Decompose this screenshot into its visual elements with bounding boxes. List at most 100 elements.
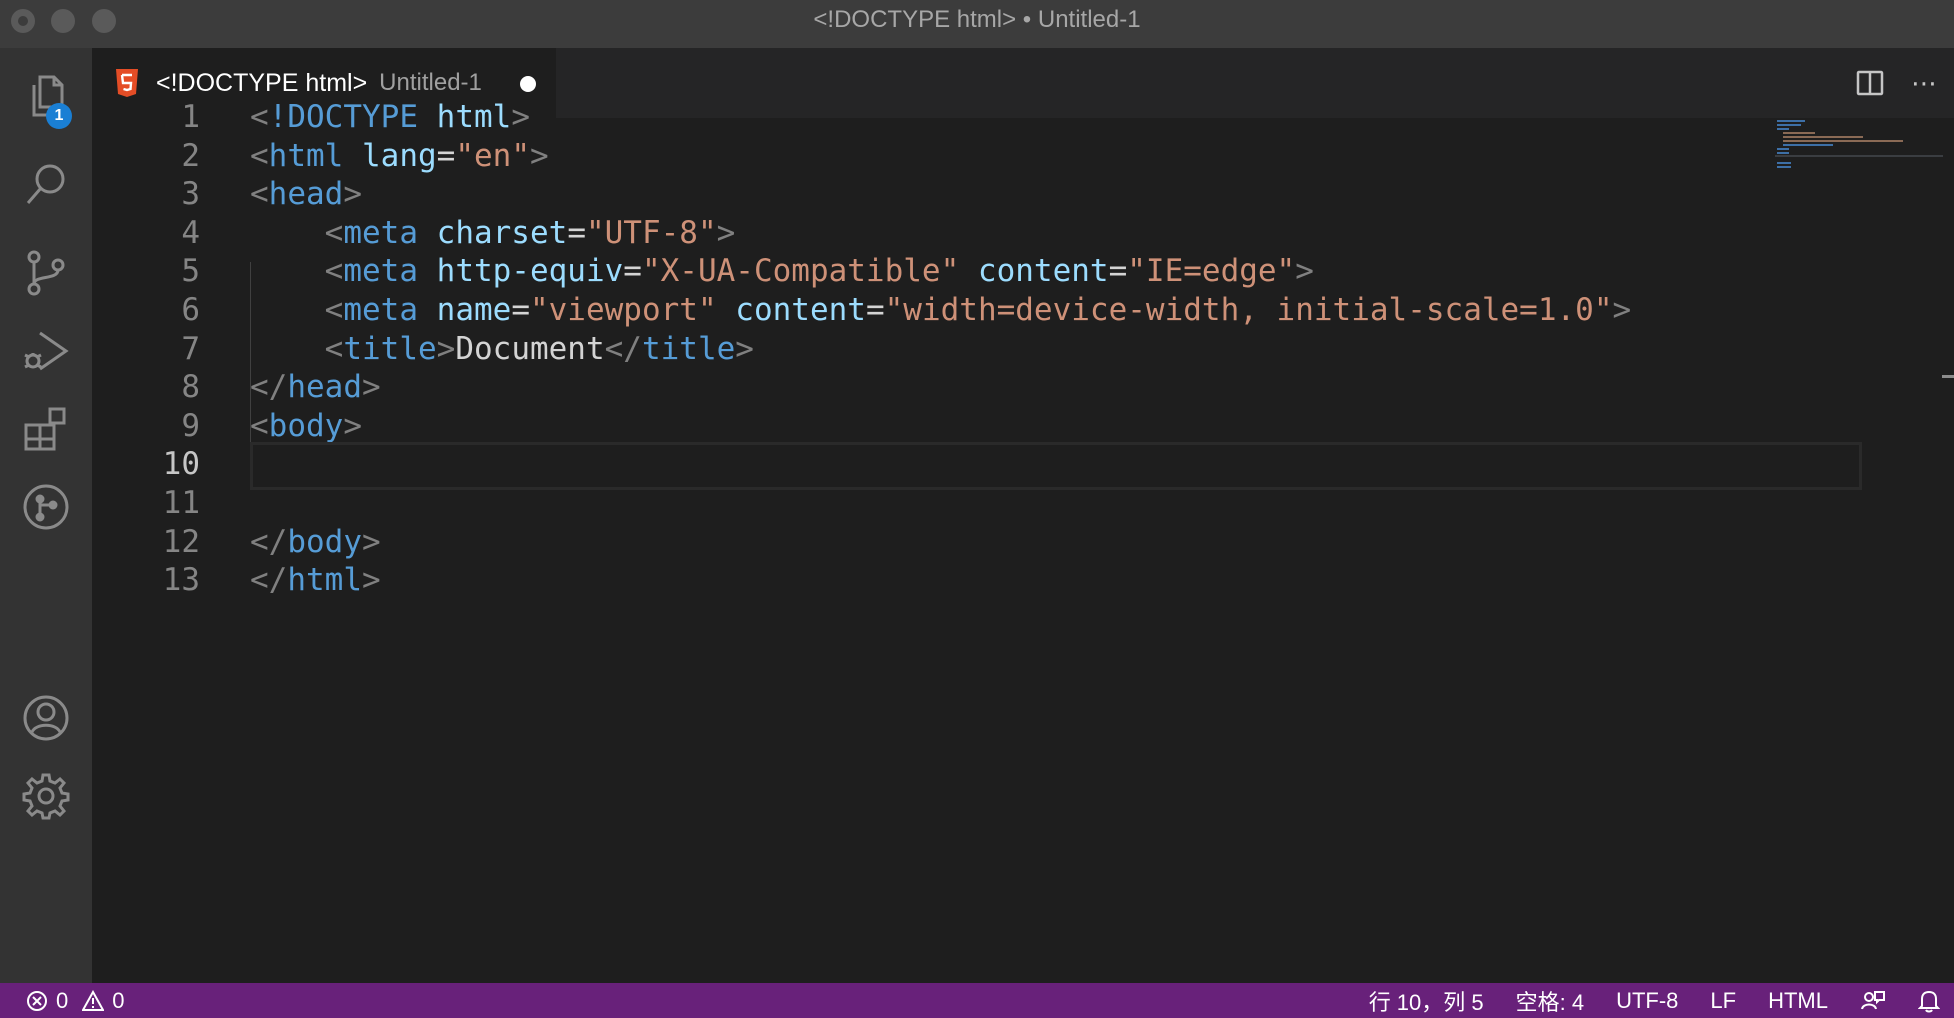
code-token: title [641, 330, 736, 367]
search-button[interactable] [0, 141, 92, 229]
code-token: < [324, 330, 344, 367]
code-token: < [324, 214, 344, 251]
minimap-current-line [1775, 155, 1943, 157]
problems-indicator[interactable]: 0 0 [26, 983, 125, 1018]
code-token: html [287, 562, 362, 599]
warning-icon [82, 989, 105, 1011]
code-token: = [1108, 253, 1128, 290]
cursor-position[interactable]: 行 10，列 5 [1369, 985, 1484, 1017]
encoding[interactable]: UTF-8 [1616, 988, 1678, 1014]
code-token: title [343, 330, 437, 367]
indentation[interactable]: 空格: 4 [1516, 985, 1584, 1017]
explorer-badge: 1 [46, 103, 72, 129]
code-token: html [268, 137, 344, 174]
more-actions-button[interactable]: ⋯ [1908, 67, 1940, 99]
code-token: < [250, 407, 269, 444]
code-token: http-equiv [436, 253, 624, 290]
code-token: > [716, 214, 736, 251]
git-graph-button[interactable] [0, 463, 92, 551]
code-token: meta [343, 253, 418, 290]
minimap-line [1783, 132, 1815, 134]
code-editor[interactable]: 1 <!DOCTYPE html> 2 <html lang="en"> 3 <head>… [92, 99, 1954, 983]
code-token: html [436, 99, 512, 135]
code-line[interactable]: 13 </html> [92, 556, 1862, 604]
error-count: 0 [56, 987, 69, 1013]
code-token: </ [604, 330, 642, 367]
bell-icon [1918, 990, 1940, 1012]
minimap[interactable] [1775, 118, 1945, 178]
code-token: = [567, 214, 586, 251]
code-token: meta [343, 214, 418, 251]
code-token: "X-UA-Compatible" [641, 253, 960, 290]
error-icon [27, 990, 47, 1011]
extensions-icon [24, 407, 66, 451]
minimap-line [1783, 136, 1863, 138]
code-token: > [1612, 292, 1632, 328]
line-number: 13 [162, 562, 200, 599]
code-token: head [287, 369, 362, 406]
run-and-debug-button[interactable] [0, 307, 92, 395]
code-token: = [511, 292, 530, 328]
source-control-button[interactable] [0, 229, 92, 317]
run-debug-icon [24, 331, 69, 371]
unsaved-dot-icon[interactable] [520, 76, 536, 92]
feedback-button[interactable] [1860, 989, 1886, 1013]
status-bar: 0 0 行 10，列 5 空格: 4 UTF-8 LF HTML [0, 983, 1954, 1018]
minimap-line [1777, 128, 1789, 130]
minimap-line [1777, 148, 1789, 150]
end-of-line[interactable]: LF [1710, 988, 1736, 1014]
code-token: body [287, 523, 362, 560]
warning-count: 0 [112, 987, 125, 1013]
editor-actions: ⋯ [1854, 48, 1940, 118]
minimap-line [1777, 124, 1801, 126]
title-bar: <!DOCTYPE html> • Untitled-1 [0, 0, 1954, 48]
status-bar-right: 行 10，列 5 空格: 4 UTF-8 LF HTML [1369, 983, 1940, 1018]
extensions-button[interactable] [0, 385, 92, 473]
code-token: "IE=edge" [1127, 253, 1296, 290]
code-token: < [324, 292, 344, 328]
code-token: < [250, 176, 269, 213]
code-token: > [529, 137, 549, 174]
code-token: "viewport" [529, 292, 717, 328]
search-icon [26, 164, 65, 204]
code-token: > [343, 176, 362, 213]
code-text: </html> [250, 556, 381, 604]
code-token: = [623, 253, 642, 290]
minimap-line [1777, 120, 1805, 122]
code-token: = [865, 292, 885, 328]
code-token: head [268, 176, 344, 213]
account-icon [23, 695, 69, 741]
minimap-line [1783, 140, 1903, 142]
code-token: </ [250, 523, 288, 560]
code-token: lang [362, 137, 437, 174]
code-token: name [436, 292, 512, 328]
language-mode[interactable]: HTML [1768, 988, 1828, 1014]
code-token: !DOCTYPE [268, 99, 418, 135]
code-token: > [511, 99, 530, 135]
code-token: > [1295, 253, 1314, 290]
accounts-button[interactable] [0, 674, 92, 762]
explorer-button[interactable]: 1 [0, 53, 92, 141]
code-token: > [436, 330, 456, 367]
git-graph-icon [23, 484, 69, 530]
code-token: < [250, 137, 269, 174]
code-token: > [343, 407, 362, 444]
scrollbar-cursor-marker [1942, 375, 1954, 378]
minimap-line [1777, 166, 1791, 168]
notifications-button[interactable] [1918, 989, 1940, 1013]
gear-icon [22, 773, 70, 820]
code-token: "en" [455, 137, 530, 174]
manage-button[interactable] [0, 752, 92, 840]
code-token: </ [250, 369, 288, 406]
minimap-line [1777, 162, 1791, 164]
source-control-icon [27, 250, 65, 296]
code-token: = [436, 137, 456, 174]
